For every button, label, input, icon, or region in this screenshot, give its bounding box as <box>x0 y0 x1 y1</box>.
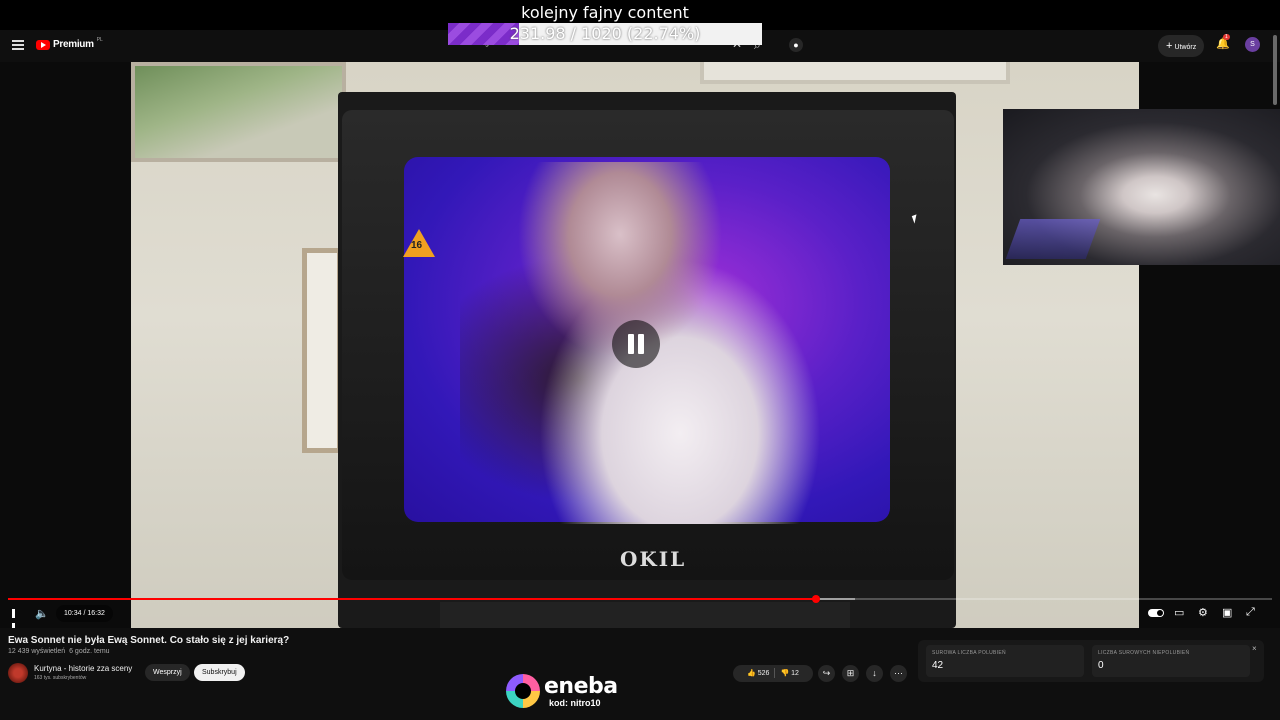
subscribe-button[interactable]: Subskrybuj <box>194 664 245 681</box>
notification-badge: 1 <box>1223 34 1230 40</box>
view-count: 12 439 wyświetleń <box>8 648 66 655</box>
video-player[interactable]: 16 OKIL <box>0 62 1280 628</box>
tv-deck <box>440 602 850 628</box>
volume-icon[interactable]: 🔈 <box>35 607 49 621</box>
fullscreen-icon[interactable]: ⤢ <box>1246 606 1255 619</box>
pause-icon[interactable] <box>12 607 20 632</box>
close-icon[interactable]: × <box>1252 644 1257 653</box>
thumbs-up-icon[interactable]: 👍 <box>747 670 756 677</box>
youtube-logo[interactable]: Premium PL <box>36 36 103 50</box>
stat-dislikes: LICZBA SUROWYCH NIEPOLUBIEŃ 0 <box>1092 645 1250 677</box>
progress-bar[interactable] <box>8 595 1272 603</box>
video-title: Ewa Sonnet nie była Ewą Sonnet. Co stało… <box>8 635 290 646</box>
miniplayer-icon[interactable]: ▣ <box>1222 606 1232 619</box>
share-icon[interactable]: ↪ <box>818 665 835 682</box>
sponsor-name: eneba <box>544 674 618 699</box>
create-label: Utwórz <box>1174 44 1197 51</box>
stat-dislikes-label: LICZBA SUROWYCH NIEPOLUBIEŃ <box>1098 650 1190 656</box>
more-icon[interactable]: ⋯ <box>890 665 907 682</box>
sponsor-code: kod: nitro10 <box>549 698 601 708</box>
settings-icon[interactable]: ⚙ <box>1198 606 1208 619</box>
age-rating-icon: 16 <box>403 229 435 257</box>
bell-icon[interactable]: 🔔 1 <box>1216 34 1230 50</box>
video-meta: 12 439 wyświetleń 6 godz. temu <box>8 648 110 655</box>
wall-picture <box>700 62 1010 84</box>
goal-text: 231.98 / 1020 (22.74%) <box>509 24 701 43</box>
upload-time: 6 godz. temu <box>69 648 110 655</box>
youtube-logo-icon <box>36 39 50 50</box>
avatar[interactable]: S <box>1245 37 1260 52</box>
stat-likes-value: 42 <box>932 660 944 671</box>
goal-bar: 231.98 / 1020 (22.74%) <box>448 23 762 45</box>
subtitles-icon[interactable]: ▭ <box>1174 606 1184 619</box>
channel-subs: 163 tys. subskrybentów <box>34 675 87 681</box>
time-display: 10:34 / 16:32 <box>56 605 113 622</box>
channel-name[interactable]: Kurtyna - historie zza sceny <box>34 664 132 673</box>
plus-icon: + <box>1166 40 1173 52</box>
wall-frame <box>302 248 342 453</box>
scrollbar[interactable] <box>1273 35 1277 105</box>
tv-brand: OKIL <box>620 547 687 571</box>
thumbs-down-icon[interactable]: 👎 <box>780 670 789 677</box>
download-icon[interactable]: ↓ <box>866 665 883 682</box>
channel-avatar[interactable] <box>8 663 28 683</box>
logo-label: Premium <box>53 39 94 50</box>
support-button[interactable]: Wesprzyj <box>145 664 190 681</box>
tv-image <box>460 162 860 524</box>
dislike-count[interactable]: 12 <box>791 670 799 677</box>
like-dislike-group: 👍 526 👎 12 <box>733 665 813 682</box>
like-count[interactable]: 526 <box>758 670 770 677</box>
autoplay-toggle-icon[interactable] <box>1148 609 1164 617</box>
stream-title: kolejny fajny content <box>521 3 689 22</box>
age-rating: 16 <box>411 240 423 251</box>
webcam-overlay <box>1003 109 1280 265</box>
stat-likes: SUROWA LICZBA POLUBIEŃ 42 <box>926 645 1084 677</box>
stat-dislikes-value: 0 <box>1098 660 1104 671</box>
logo-region: PL <box>96 36 103 43</box>
keyboard-glow <box>1005 219 1101 259</box>
menu-icon[interactable] <box>12 40 24 50</box>
wall-picture <box>131 62 346 162</box>
mic-icon[interactable]: ● <box>789 38 803 52</box>
save-icon[interactable]: ⊞ <box>842 665 859 682</box>
played-bar <box>8 598 816 600</box>
eneba-logo-icon <box>506 674 540 708</box>
scrubber-handle[interactable] <box>811 595 820 603</box>
stat-likes-label: SUROWA LICZBA POLUBIEŃ <box>932 650 1006 656</box>
create-button[interactable]: + Utwórz <box>1158 35 1205 57</box>
big-pause-button[interactable] <box>612 320 660 368</box>
sponsor-banner: eneba kod: nitro10 <box>506 672 636 712</box>
